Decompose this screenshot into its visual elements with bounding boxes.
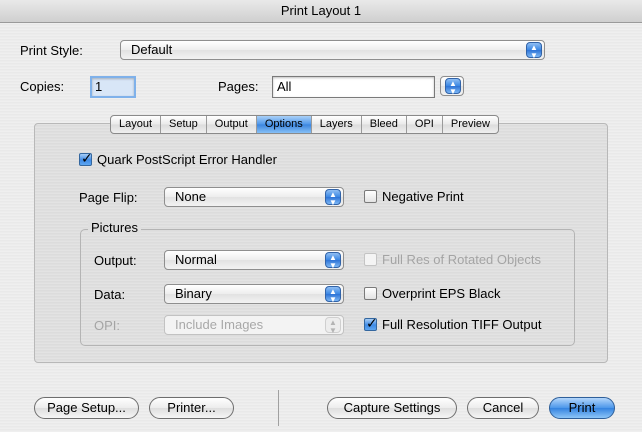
popup-arrows-icon: ▲ ▼ xyxy=(445,78,461,96)
popup-arrows-icon: ▲ ▼ xyxy=(325,286,341,304)
tab-preview[interactable]: Preview xyxy=(443,116,498,133)
copies-field[interactable]: 1 xyxy=(90,76,136,98)
pages-field[interactable]: All xyxy=(272,76,435,98)
cancel-button[interactable]: Cancel xyxy=(467,397,539,419)
pages-label: Pages: xyxy=(218,79,259,94)
full-res-tiff-label: Full Resolution TIFF Output xyxy=(382,317,542,332)
printer-button[interactable]: Printer... xyxy=(149,397,234,419)
button-separator xyxy=(278,390,279,426)
page-flip-popup[interactable]: None ▲ ▼ xyxy=(164,187,344,207)
negative-print-label: Negative Print xyxy=(382,189,464,204)
data-value: Binary xyxy=(175,286,212,301)
print-button[interactable]: Print xyxy=(549,397,615,419)
tab-layers[interactable]: Layers xyxy=(312,116,362,133)
overprint-eps-label: Overprint EPS Black xyxy=(382,286,501,301)
tab-options[interactable]: Options xyxy=(256,116,312,133)
full-res-tiff-checkbox[interactable]: ✓ xyxy=(364,315,378,331)
copies-label: Copies: xyxy=(20,79,65,94)
page-flip-value: None xyxy=(175,189,207,204)
opi-value: Include Images xyxy=(175,317,264,332)
popup-arrows-icon: ▲ ▼ xyxy=(325,189,341,207)
output-popup[interactable]: Normal ▲ ▼ xyxy=(164,250,344,270)
full-res-rotated-label: Full Res of Rotated Objects xyxy=(382,252,541,267)
negative-print-checkbox[interactable] xyxy=(364,190,377,203)
print-dialog: Print Layout 1 Print Style: Default ▲ ▼ C… xyxy=(0,0,642,432)
popup-arrows-icon: ▲ ▼ xyxy=(325,317,341,335)
popup-arrows-icon: ▲ ▼ xyxy=(325,252,341,270)
pictures-group-title: Pictures xyxy=(88,220,141,235)
output-value: Normal xyxy=(175,252,217,267)
page-setup-button[interactable]: Page Setup... xyxy=(34,397,139,419)
page-flip-label: Page Flip: xyxy=(79,190,138,205)
popup-arrows-icon: ▲ ▼ xyxy=(526,42,542,60)
tab-bleed[interactable]: Bleed xyxy=(362,116,407,133)
tab-bar: Layout Setup Output Options Layers Bleed… xyxy=(110,115,499,134)
tab-output[interactable]: Output xyxy=(207,116,257,133)
checkmark-icon: ✓ xyxy=(366,315,378,331)
checkmark-icon: ✓ xyxy=(81,150,93,166)
tab-setup[interactable]: Setup xyxy=(161,116,207,133)
tab-opi[interactable]: OPI xyxy=(407,116,443,133)
title-bar[interactable]: Print Layout 1 xyxy=(0,0,642,23)
print-style-value: Default xyxy=(131,42,173,57)
print-style-label: Print Style: xyxy=(20,43,83,58)
error-handler-checkbox[interactable]: ✓ xyxy=(79,150,93,166)
data-label: Data: xyxy=(94,287,126,302)
capture-settings-button[interactable]: Capture Settings xyxy=(327,397,457,419)
error-handler-label: Quark PostScript Error Handler xyxy=(97,152,277,167)
window-title: Print Layout 1 xyxy=(280,3,362,18)
opi-popup: Include Images ▲ ▼ xyxy=(164,315,344,335)
print-style-popup[interactable]: Default ▲ ▼ xyxy=(120,40,545,60)
data-popup[interactable]: Binary ▲ ▼ xyxy=(164,284,344,304)
overprint-eps-checkbox[interactable] xyxy=(364,287,377,300)
pages-popup[interactable]: ▲ ▼ xyxy=(440,76,464,96)
tab-layout[interactable]: Layout xyxy=(111,116,162,133)
full-res-rotated-checkbox xyxy=(364,253,377,266)
output-label: Output: xyxy=(94,253,137,268)
opi-label: OPI: xyxy=(94,318,121,333)
